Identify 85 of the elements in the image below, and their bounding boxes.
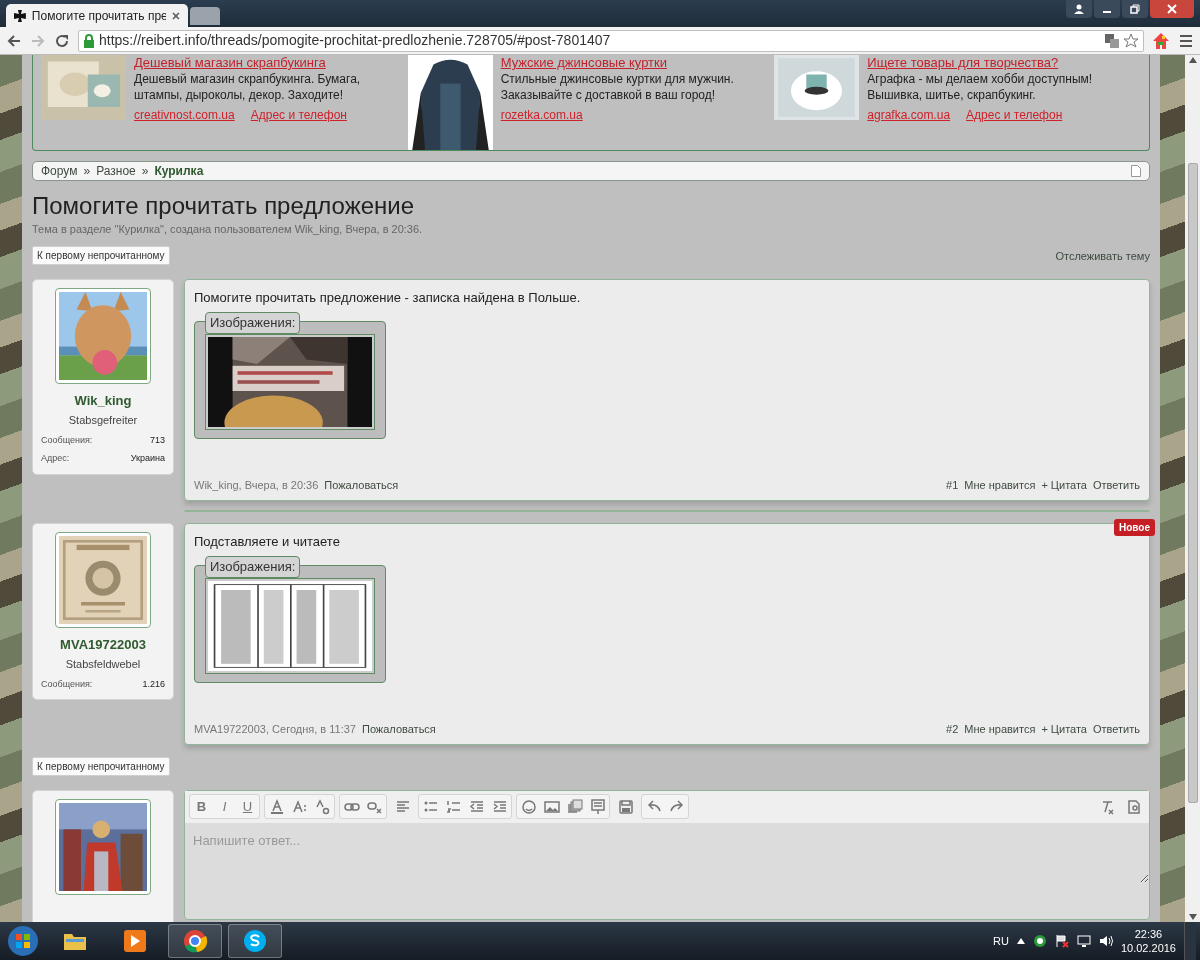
format-button[interactable]: U [236, 795, 259, 818]
post-action-link[interactable]: Мне нравится [964, 477, 1036, 494]
message-text: Помогите прочитать предложение - записка найдена в Польше. [194, 288, 582, 307]
ad-description: Стильные джинсовые куртки для мужчин. Заказывайте с доставкой в ваш город! [500, 71, 735, 103]
preview-icon [1125, 798, 1142, 815]
address-bar[interactable]: https://reibert.info/threads/pomogite-prochitat-predlozhenie.728705/#post-7801407 [78, 29, 1144, 52]
chrome-icon[interactable] [182, 928, 208, 954]
code-icon [589, 798, 606, 815]
post-action-link[interactable]: Мне нравится [964, 721, 1036, 738]
font-size-icon [291, 798, 308, 815]
ring-icon[interactable] [1032, 934, 1047, 948]
reply-editor[interactable]: B I U Напишите ответ... [184, 789, 1150, 920]
post-action-link[interactable]: Ответить [1092, 477, 1140, 494]
tray-expand-icon[interactable] [1016, 938, 1025, 944]
breadcrumb-separator: » [83, 163, 91, 180]
user-rank: Stabsfeldwebel [65, 657, 141, 672]
scroll-up-icon[interactable] [1188, 57, 1197, 63]
unread-button[interactable]: К первому непрочитанному [32, 756, 170, 776]
align-left-icon [394, 798, 411, 815]
back-icon[interactable] [6, 32, 22, 49]
breadcrumb-link[interactable]: Разное [96, 162, 136, 180]
numbered-list-icon [445, 798, 462, 815]
scroll-down-icon[interactable] [1188, 914, 1197, 920]
media-icon [566, 798, 583, 815]
username-link[interactable]: Wik_king [74, 390, 132, 410]
format-button[interactable]: I [213, 795, 236, 818]
iron-cross-icon [14, 9, 26, 22]
stat-label: Сообщения: [41, 433, 93, 447]
star-icon[interactable] [1123, 32, 1139, 49]
outdent-icon [468, 798, 485, 815]
menu-icon[interactable] [1178, 32, 1194, 49]
clock[interactable]: 22:36 10.02.2016 [1120, 927, 1176, 955]
scrollbar-thumb[interactable] [1187, 163, 1198, 803]
post-number-link[interactable]: #2 [946, 721, 959, 738]
volume-icon[interactable] [1098, 934, 1113, 948]
ad-description: Аграфка - мы делаем хобби доступным! Вышивка, шитье, скрапбукинг. [867, 71, 1094, 103]
post-number-link[interactable]: #1 [946, 477, 959, 494]
language-indicator[interactable]: RU [993, 932, 1009, 950]
stat-label: Сообщения: [41, 677, 93, 691]
lock-icon [83, 33, 95, 48]
restore-icon[interactable] [1129, 3, 1141, 15]
stat-value: Украина [130, 452, 165, 465]
report-link[interactable]: Пожаловаться [361, 721, 436, 738]
username-link[interactable]: MVA19722003 [60, 634, 146, 654]
user-icon[interactable] [1073, 3, 1085, 15]
breadcrumb-link[interactable]: Форум [41, 162, 78, 180]
post-byline: Wik_king, Вчера, в 20:36 [194, 478, 319, 493]
reload-icon[interactable] [54, 32, 70, 49]
post-action-link[interactable]: + Цитата [1041, 477, 1087, 494]
flag-icon[interactable] [1054, 934, 1069, 948]
smiley-icon [520, 798, 537, 815]
text-color-icon [268, 798, 285, 815]
breadcrumb-separator: » [141, 163, 149, 180]
network-icon[interactable] [1076, 934, 1091, 948]
thread-title: Помогите прочитать предложение [32, 191, 416, 221]
stat-value: 713 [149, 433, 165, 447]
post-byline: MVA19722003, Сегодня, в 11:37 [194, 722, 356, 737]
stat-label: Адрес: [41, 452, 70, 465]
user-rank: Stabsgefreiter [68, 413, 138, 428]
unread-button[interactable]: К первому непрочитанному [32, 245, 170, 265]
new-badge: Новое [1114, 518, 1155, 536]
save-icon [617, 798, 634, 815]
close-icon[interactable] [172, 11, 180, 20]
breadcrumb-link[interactable]: Курилка [154, 162, 204, 180]
post-action-link[interactable]: Ответить [1092, 721, 1140, 738]
report-link[interactable]: Пожаловаться [324, 477, 399, 494]
watch-thread-link[interactable]: Отслеживать тему [1055, 248, 1150, 265]
image-icon [543, 798, 560, 815]
post-action-link[interactable]: + Цитата [1041, 721, 1087, 738]
home-icon[interactable] [1152, 31, 1170, 50]
clock-date: 10.02.2016 [1120, 941, 1176, 955]
attachments-label: Изображения: [205, 556, 301, 578]
message-text: Подставляете и читаете [194, 532, 341, 551]
thread-meta: Тема в разделе "Курилка", создана пользователем Wik_king, Вчера, в 20:36. [32, 222, 424, 237]
url-text: https://reibert.info/threads/pomogite-prochitat-predlozhenie.728705/#post-7801407 [99, 31, 612, 50]
indent-icon [491, 798, 508, 815]
page-icon[interactable] [1131, 165, 1141, 177]
format-button[interactable]: B [190, 795, 213, 818]
media-player-icon[interactable] [122, 928, 148, 954]
stat-value: 1.216 [142, 677, 165, 691]
skype-icon[interactable] [242, 928, 268, 954]
clock-time: 22:36 [1133, 927, 1164, 941]
attachments-label: Изображения: [205, 312, 301, 334]
font-family-icon [314, 798, 331, 815]
ad-description: Дешевый магазин скрапбукинга. Бумага, штампы, дыроколы, декор. Заходите! [134, 71, 362, 103]
